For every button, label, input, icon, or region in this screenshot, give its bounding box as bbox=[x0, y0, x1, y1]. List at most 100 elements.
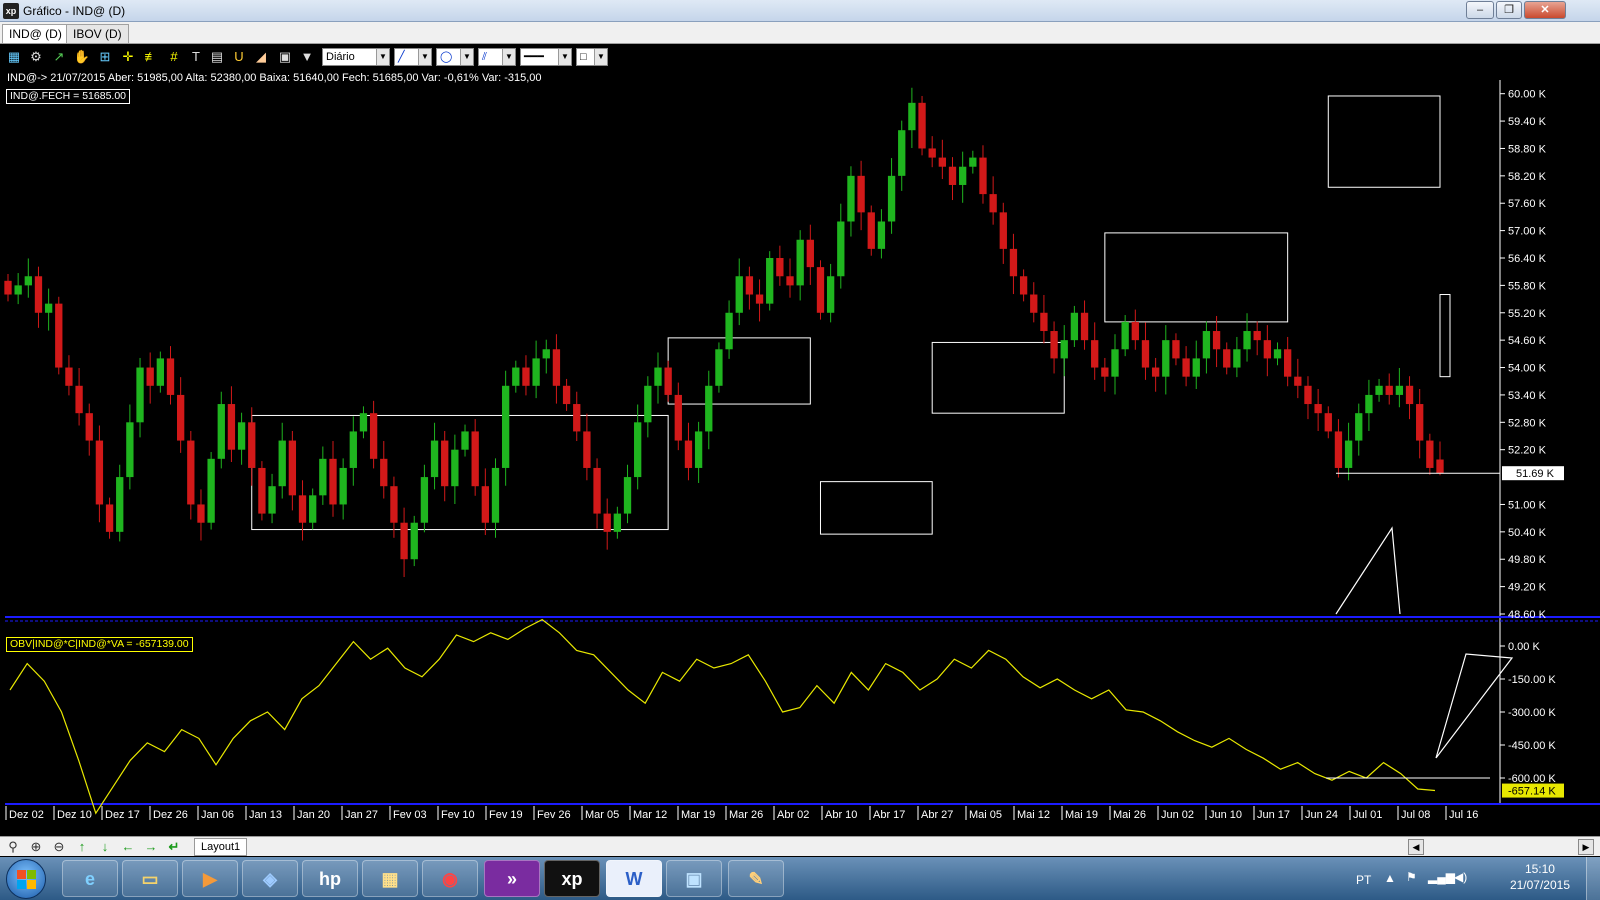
triangle-annotation bbox=[1335, 526, 1401, 615]
zoom-icon[interactable]: ⚲ bbox=[4, 838, 22, 856]
candle-body bbox=[1030, 294, 1038, 313]
candle-body bbox=[187, 440, 195, 505]
arrow-up-icon[interactable]: ↑ bbox=[73, 838, 91, 856]
volume-icon[interactable]: ◀) bbox=[1454, 870, 1467, 884]
x-tick-label: Abr 17 bbox=[873, 809, 905, 821]
x-tick-label: Dez 10 bbox=[57, 809, 92, 821]
start-button[interactable] bbox=[6, 859, 46, 899]
candle-body bbox=[1314, 404, 1322, 414]
y-tick-label: 58.80 K bbox=[1508, 143, 1547, 155]
candle-body bbox=[217, 404, 225, 459]
candle-body bbox=[735, 276, 743, 313]
paint-icon[interactable]: ✎ bbox=[728, 860, 784, 897]
candle-body bbox=[674, 394, 682, 441]
price-axis: 60.00 K 59.40 K 58.80 K 58.20 K 57.60 K 57.00… bbox=[1500, 89, 1556, 785]
candle-body bbox=[887, 175, 896, 222]
hp-icon[interactable]: hp bbox=[302, 860, 358, 897]
obv-series-line bbox=[9, 618, 1436, 815]
candle-body bbox=[1324, 413, 1332, 432]
taskbar-clock[interactable]: 15:10 21/07/2015 bbox=[1510, 861, 1570, 893]
candle-body bbox=[999, 212, 1007, 249]
candle-body bbox=[654, 367, 662, 386]
archive-app-icon[interactable]: ▦ bbox=[362, 860, 418, 897]
layout-tab[interactable]: Layout1 bbox=[194, 838, 248, 856]
x-tick-label: Jul 16 bbox=[1449, 809, 1478, 821]
candle-body bbox=[1436, 459, 1444, 474]
arrow-app-icon[interactable]: » bbox=[484, 860, 540, 897]
candle-body bbox=[176, 394, 185, 441]
arrow-right-icon[interactable]: → bbox=[142, 838, 160, 856]
candle-body bbox=[1416, 404, 1424, 441]
tray-expand-icon[interactable]: ▲ bbox=[1384, 871, 1396, 885]
range-box bbox=[1327, 95, 1441, 188]
scroll-left-icon[interactable]: ◀ bbox=[1408, 839, 1424, 855]
arrow-left-icon[interactable]: ← bbox=[119, 838, 137, 856]
chrome-icon[interactable]: ◉ bbox=[422, 860, 478, 897]
price-legend: IND@.FECH = 51685.00 bbox=[6, 89, 131, 104]
folder-icon[interactable]: ▭ bbox=[122, 860, 178, 897]
xp-app-icon[interactable]: xp bbox=[544, 860, 600, 897]
candle-body bbox=[501, 385, 510, 468]
action-center-icon[interactable]: ⚑ bbox=[1406, 870, 1417, 884]
zoom-in-icon[interactable]: ⊕ bbox=[27, 838, 45, 856]
candle-body bbox=[542, 349, 550, 359]
candle-body bbox=[471, 431, 479, 487]
candle-body bbox=[481, 486, 489, 523]
y-tick-label: 56.40 K bbox=[1508, 253, 1547, 265]
candle-body bbox=[146, 367, 154, 386]
candle-body bbox=[1294, 376, 1302, 386]
candle-body bbox=[237, 422, 246, 450]
x-tick-label: Mar 05 bbox=[585, 809, 619, 821]
candle-body bbox=[1365, 394, 1373, 414]
candle-body bbox=[400, 522, 408, 560]
candle-body bbox=[44, 303, 53, 313]
candle-body bbox=[65, 367, 73, 386]
return-icon[interactable]: ↵ bbox=[165, 838, 183, 856]
network-icon[interactable]: ▂▄▆ bbox=[1428, 870, 1455, 884]
candle-body bbox=[1070, 312, 1079, 341]
candle-body bbox=[1253, 331, 1261, 341]
x-tick-label: Jan 20 bbox=[297, 809, 330, 821]
candle-body bbox=[969, 157, 977, 167]
candle-body bbox=[1182, 358, 1190, 377]
candle-body bbox=[1405, 385, 1414, 405]
candle-body bbox=[552, 349, 561, 386]
word-icon[interactable]: W bbox=[606, 860, 662, 897]
media-player-icon[interactable]: ▶ bbox=[182, 860, 238, 897]
candles bbox=[4, 87, 1444, 578]
range-box bbox=[1439, 294, 1451, 378]
candle-body bbox=[451, 449, 459, 487]
arrow-down-icon[interactable]: ↓ bbox=[96, 838, 114, 856]
y-tick-label: 53.40 K bbox=[1508, 390, 1547, 402]
candle-body bbox=[126, 422, 134, 478]
scroll-right-icon[interactable]: ▶ bbox=[1578, 839, 1594, 855]
x-tick-label: Dez 02 bbox=[9, 809, 44, 821]
candle-body bbox=[796, 239, 804, 286]
x-tick-label: Mai 26 bbox=[1113, 809, 1146, 821]
y-tick-label: 60.00 K bbox=[1508, 89, 1547, 101]
language-indicator[interactable]: PT bbox=[1356, 873, 1371, 887]
candle-body bbox=[1091, 340, 1099, 368]
y-tick-label: 59.40 K bbox=[1508, 116, 1547, 128]
x-tick-label: Jun 10 bbox=[1209, 809, 1242, 821]
candle-body bbox=[1162, 340, 1170, 377]
network-app-icon[interactable]: ◈ bbox=[242, 860, 298, 897]
range-box bbox=[1104, 232, 1289, 323]
date-axis: Dez 02 Dez 10 Dez 17 Dez 26 Jan 06 Jan 13 Jan … bbox=[5, 806, 1478, 821]
candle-body bbox=[1233, 349, 1241, 368]
candle-body bbox=[1344, 440, 1353, 468]
candle-body bbox=[816, 267, 825, 313]
price-chart[interactable]: 51.69 K -657.14 K 60.00 K 59.40 K 58.80 K 58… bbox=[0, 0, 1600, 900]
candle-body bbox=[1050, 331, 1058, 359]
internet-explorer-icon[interactable]: e bbox=[62, 860, 118, 897]
candle-body bbox=[908, 102, 916, 131]
obv-tick-label: 0.00 K bbox=[1508, 641, 1540, 653]
candle-body bbox=[1355, 413, 1363, 441]
zoom-out-icon[interactable]: ⊖ bbox=[50, 838, 68, 856]
candle-body bbox=[288, 440, 297, 496]
show-desktop-button[interactable] bbox=[1586, 857, 1600, 900]
photo-viewer-icon[interactable]: ▣ bbox=[666, 860, 722, 897]
candle-body bbox=[1284, 349, 1292, 377]
candle-body bbox=[766, 258, 774, 304]
candle-body bbox=[116, 477, 124, 532]
